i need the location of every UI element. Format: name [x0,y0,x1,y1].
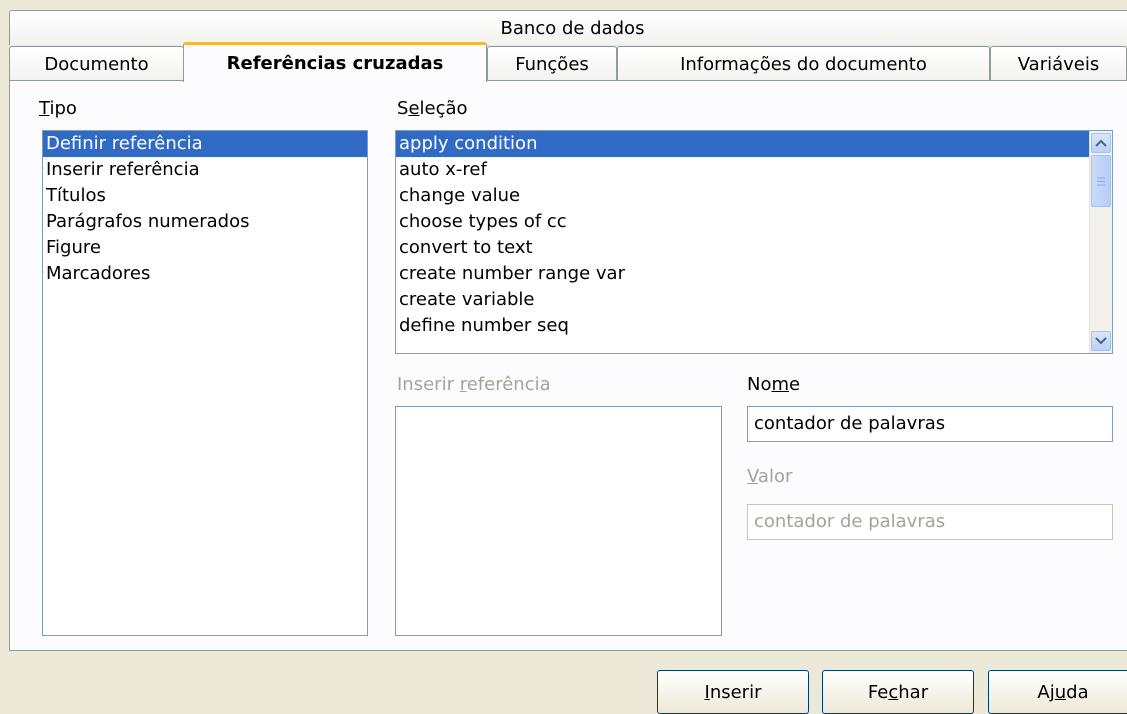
scroll-thumb[interactable] [1091,155,1111,207]
tab-label: Funções [515,53,589,75]
tab-label: Referências cruzadas [226,53,444,74]
list-item[interactable]: create variable [396,287,1090,313]
list-item[interactable]: Parágrafos numerados [43,209,367,235]
nome-value: contador de palavras [754,413,946,434]
list-item[interactable]: Figure [43,235,367,261]
selecao-scrollbar[interactable] [1089,131,1112,353]
list-item[interactable]: Títulos [43,183,367,209]
selecao-label: Seleção [397,98,468,119]
list-item[interactable]: Marcadores [43,261,367,287]
list-item[interactable]: apply condition [396,131,1090,157]
tab-label: Variáveis [1017,53,1100,75]
list-item[interactable]: define number seq [396,313,1090,339]
tab-referencias-cruzadas[interactable]: Referências cruzadas [183,42,487,82]
tab-label: Informações do documento [680,53,927,75]
valor-label: Valor [747,466,793,487]
tab-variaveis[interactable]: Variáveis [990,46,1127,81]
tab-panel: Tipo Definir referência Inserir referênc… [9,80,1127,651]
scroll-down-icon[interactable] [1091,331,1111,351]
nome-input[interactable]: contador de palavras [747,406,1113,442]
tab-label: Documento [44,53,149,75]
tipo-listbox[interactable]: Definir referência Inserir referência Tí… [42,130,368,636]
valor-value: contador de palavras [754,511,946,532]
tab-documento[interactable]: Documento [9,46,184,81]
button-label: Ajuda [1037,681,1089,703]
scroll-up-icon[interactable] [1091,133,1111,153]
tab-banco-de-dados[interactable]: Banco de dados [9,10,1127,45]
ajuda-button[interactable]: Ajuda [988,670,1127,714]
list-item[interactable]: Definir referência [43,131,367,157]
list-item[interactable]: change value [396,183,1090,209]
selecao-listbox[interactable]: apply condition auto x-ref change value … [395,130,1113,354]
button-label: Inserir [704,681,762,703]
inserir-button[interactable]: Inserir [657,670,809,714]
inserir-referencia-listbox[interactable] [395,406,722,636]
list-item[interactable]: Inserir referência [43,157,367,183]
valor-input[interactable]: contador de palavras [747,504,1113,540]
tab-informacoes-do-documento[interactable]: Informações do documento [617,46,990,81]
list-item[interactable]: auto x-ref [396,157,1090,183]
tipo-label: Tipo [39,98,77,119]
list-item[interactable]: create number range var [396,261,1090,287]
nome-label: Nome [747,374,801,395]
button-label: Fechar [867,681,929,703]
inserir-referencia-label: Inserir referência [397,374,551,395]
fechar-button[interactable]: Fechar [822,670,974,714]
list-item[interactable]: choose types of cc [396,209,1090,235]
list-item[interactable]: convert to text [396,235,1090,261]
tab-funcoes[interactable]: Funções [487,46,617,81]
tab-label: Banco de dados [500,17,645,39]
